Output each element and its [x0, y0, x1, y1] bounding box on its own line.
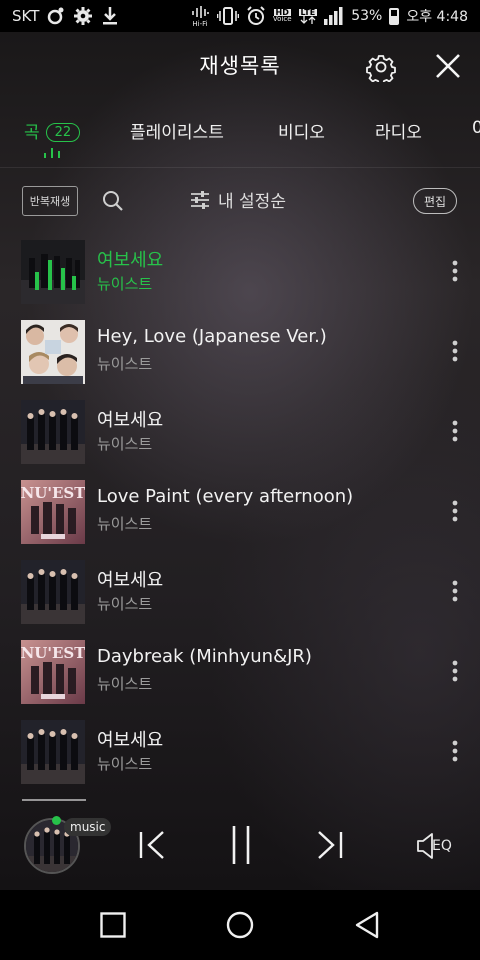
page-title: 재생목록 — [199, 54, 281, 78]
tab-bar: 곡 22 플레이리스트 비디오 라디오 0 — [0, 112, 480, 168]
sort-button[interactable]: 내 설정순 — [190, 187, 286, 212]
more-options-icon[interactable] — [446, 498, 464, 524]
song-artist: 뉴이스트 — [97, 435, 153, 453]
sort-label: 내 설정순 — [218, 192, 286, 212]
now-playing-eq-icon — [44, 148, 60, 158]
recent-apps-icon[interactable] — [100, 912, 126, 942]
song-artist: 뉴이스트 — [97, 515, 153, 533]
repeat-button[interactable]: 반복재생 — [22, 186, 78, 216]
song-row[interactable]: 여보세요 뉴이스트 — [0, 399, 480, 479]
signal-icon — [324, 7, 344, 25]
more-options-icon[interactable] — [446, 258, 464, 284]
clock: 오후 4:48 — [406, 9, 468, 25]
song-artist: 뉴이스트 — [97, 275, 153, 293]
more-options-icon[interactable] — [446, 418, 464, 444]
status-bar: SKT Hi-Fi HD Voice LTE 53% 오후 4:48 — [0, 0, 480, 32]
hifi-icon: Hi-Fi — [190, 5, 210, 27]
song-artist: 뉴이스트 — [97, 355, 153, 373]
system-nav-bar — [0, 890, 480, 960]
album-art-hello — [21, 240, 85, 304]
tab-more[interactable]: 0 — [472, 118, 480, 138]
settings-gear-icon[interactable] — [366, 52, 396, 85]
album-art-hello — [21, 400, 85, 464]
edit-button[interactable]: 편집 — [413, 188, 457, 214]
song-artist: 뉴이스트 — [97, 675, 153, 693]
volte-hd-icon: HD Voice — [272, 8, 292, 23]
next-track-icon[interactable] — [316, 830, 344, 864]
song-title: 여보세요 — [97, 250, 164, 271]
previous-track-icon[interactable] — [138, 830, 166, 864]
album-art-hello — [21, 560, 85, 624]
playback-progress[interactable] — [22, 799, 86, 801]
song-artist: 뉴이스트 — [97, 755, 153, 773]
header: 재생목록 — [0, 32, 480, 100]
battery-icon — [389, 7, 400, 25]
more-options-icon[interactable] — [446, 578, 464, 604]
song-title: Daybreak (Minhyun&JR) — [97, 646, 312, 667]
battery-percent: 53% — [351, 8, 383, 24]
song-title: 여보세요 — [97, 410, 164, 431]
back-icon[interactable] — [354, 911, 380, 943]
tab-songs-label: 곡 — [24, 123, 40, 143]
download-icon — [101, 6, 119, 26]
song-title: Love Paint (every afternoon) — [97, 486, 354, 507]
song-list: 여보세요 뉴이스트 Hey, Love (Japanese Ver.) 뉴이스트… — [0, 239, 480, 799]
more-options-icon[interactable] — [446, 338, 464, 364]
tab-video[interactable]: 비디오 — [278, 118, 325, 143]
song-title: Hey, Love (Japanese Ver.) — [97, 326, 327, 347]
music-tag: music — [64, 818, 112, 836]
svg-text:NU'EST: NU'EST — [21, 484, 85, 502]
song-row[interactable]: 여보세요 뉴이스트 — [0, 719, 480, 799]
song-title: 여보세요 — [97, 570, 164, 591]
tab-radio[interactable]: 라디오 — [375, 118, 422, 143]
song-row[interactable]: Hey, Love (Japanese Ver.) 뉴이스트 — [0, 319, 480, 399]
playing-indicator-dot — [52, 816, 61, 825]
song-row[interactable]: NU'EST Love Paint (every afternoon) 뉴이스트 — [0, 479, 480, 559]
album-art-hey-love — [21, 320, 85, 384]
home-icon[interactable] — [226, 911, 254, 943]
eq-label: EQ — [432, 838, 452, 854]
song-count-badge: 22 — [45, 123, 81, 142]
notification-dot-icon — [47, 7, 65, 25]
search-icon[interactable] — [102, 190, 124, 212]
more-options-icon[interactable] — [446, 738, 464, 764]
pause-icon[interactable] — [230, 824, 252, 870]
list-toolbar: 반복재생 내 설정순 편집 — [0, 182, 480, 222]
vibrate-icon — [216, 6, 239, 26]
song-artist: 뉴이스트 — [97, 595, 153, 613]
more-options-icon[interactable] — [446, 658, 464, 684]
song-title: 여보세요 — [97, 730, 164, 751]
album-art-hello — [21, 720, 85, 784]
tab-songs[interactable]: 곡 22 — [24, 118, 81, 143]
sort-sliders-icon — [191, 190, 209, 209]
album-art-love-paint: NU'EST — [21, 480, 85, 544]
mini-player: music EQ — [0, 799, 480, 890]
svg-text:NU'EST: NU'EST — [21, 644, 85, 662]
settings-notification-icon — [73, 6, 93, 26]
song-row[interactable]: NU'EST Daybreak (Minhyun&JR) 뉴이스트 — [0, 639, 480, 719]
equalizer-button[interactable]: EQ — [416, 832, 452, 860]
tab-playlist[interactable]: 플레이리스트 — [130, 118, 224, 143]
alarm-icon — [246, 6, 266, 26]
album-art-daybreak: NU'EST — [21, 640, 85, 704]
song-row[interactable]: 여보세요 뉴이스트 — [0, 239, 480, 319]
playlist-screen: 재생목록 곡 22 플레이리스트 비디오 라디오 0 반복재생 내 설정순 편집 — [0, 32, 480, 890]
svg-text:Hi-Fi: Hi-Fi — [192, 20, 207, 27]
close-icon[interactable] — [434, 52, 462, 80]
carrier-label: SKT — [12, 7, 40, 25]
song-row[interactable]: 여보세요 뉴이스트 — [0, 559, 480, 639]
lte-icon: LTE — [298, 8, 318, 24]
